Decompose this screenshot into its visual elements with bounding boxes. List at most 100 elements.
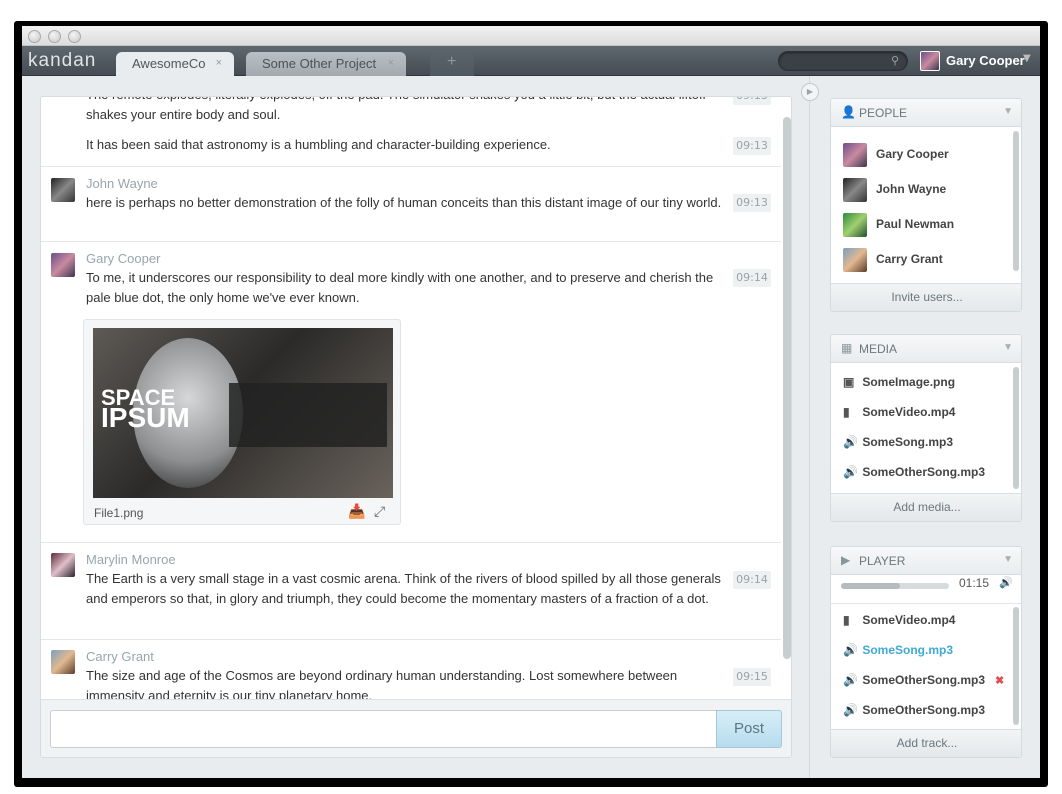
message-input[interactable] (50, 710, 718, 748)
media-item[interactable]: 🔊 SomeOtherSong.mp3 (843, 465, 985, 479)
message-text: The remote explodes, literally explodes,… (86, 97, 706, 122)
message-time: 09:15 (733, 668, 771, 686)
track-item[interactable]: ▮ SomeVideo.mp4 (843, 613, 955, 627)
media-panel: ▦ MEDIA ▼ ▣ SomeImage.png ▮ SomeVideo.mp… (830, 334, 1022, 522)
new-tab-button[interactable]: + (430, 52, 474, 76)
media-scrollbar[interactable] (1013, 367, 1019, 489)
person-item[interactable]: John Wayne (843, 178, 946, 202)
message-author[interactable]: Marylin Monroe (86, 552, 176, 567)
title-bar (22, 26, 1040, 46)
audio-icon: 🔊 (843, 435, 858, 449)
avatar (843, 213, 867, 237)
track-name: SomeOtherSong.mp3 (862, 703, 986, 717)
person-item[interactable]: Paul Newman (843, 213, 954, 237)
composer: Post (41, 699, 791, 757)
expand-icon[interactable]: ⤢ (374, 504, 385, 520)
avatar (843, 178, 867, 202)
player-divider (831, 603, 1021, 604)
message-time: 09:14 (733, 269, 771, 287)
avatar (920, 50, 940, 71)
person-name: Carry Grant (876, 252, 943, 267)
people-scrollbar[interactable] (1013, 131, 1019, 271)
progress-fill (841, 583, 901, 589)
thumbnail-text-panel (229, 383, 387, 447)
video-icon: ▮ (843, 405, 850, 419)
add-track-button[interactable]: Add track... (831, 729, 1021, 757)
app-window: kandan AwesomeCo × Some Other Project × … (22, 26, 1040, 778)
close-tab-icon[interactable]: × (216, 57, 222, 69)
close-tab-icon[interactable]: × (388, 57, 394, 69)
volume-icon[interactable]: 🔊 (999, 576, 1013, 589)
chevron-down-icon[interactable]: ▼ (1003, 342, 1013, 353)
avatar (51, 178, 75, 202)
play-circle-icon: ▶ (841, 553, 851, 567)
media-icon: ▦ (841, 341, 853, 355)
top-navigation-bar: kandan AwesomeCo × Some Other Project × … (22, 46, 1040, 76)
track-item[interactable]: 🔊 SomeOtherSong.mp3 ✖ (843, 673, 1004, 687)
message-time: 09:13 (733, 97, 771, 105)
message: John Wayne here is perhaps no better dem… (41, 167, 781, 242)
person-name: John Wayne (876, 182, 947, 197)
close-window-button[interactable] (28, 30, 41, 43)
tab-label: Some Other Project (262, 56, 377, 71)
panel-title: PEOPLE (859, 106, 908, 120)
message-text: The Earth is a very small stage in a vas… (86, 571, 721, 606)
avatar (843, 143, 867, 167)
remove-track-icon[interactable]: ✖ (995, 675, 1004, 687)
person-icon: 👤 (841, 105, 856, 119)
track-item[interactable]: 🔊 SomeOtherSong.mp3 (843, 703, 985, 717)
person-item[interactable]: Carry Grant (843, 248, 943, 272)
media-item[interactable]: 🔊 SomeSong.mp3 (843, 435, 953, 449)
tab-awesomeco[interactable]: AwesomeCo × (116, 52, 234, 76)
message-time: 09:13 (733, 137, 771, 155)
message-author[interactable]: Gary Cooper (86, 251, 160, 266)
video-icon: ▮ (843, 613, 850, 627)
message-author[interactable]: Carry Grant (86, 649, 154, 664)
minimize-window-button[interactable] (48, 30, 61, 43)
panel-title: MEDIA (859, 342, 898, 356)
app-logo: kandan (28, 50, 97, 71)
chat-scrollbar[interactable] (783, 117, 791, 659)
media-header[interactable]: ▦ MEDIA ▼ (831, 335, 1021, 363)
attachment-thumbnail[interactable]: SPACE IPSUM (93, 328, 393, 498)
download-icon[interactable]: 📥 (348, 504, 365, 520)
playback-progress[interactable] (841, 583, 949, 589)
player-scrollbar[interactable] (1013, 607, 1019, 725)
people-header[interactable]: 👤 PEOPLE ▼ (831, 99, 1021, 127)
avatar (51, 253, 75, 277)
post-button[interactable]: Post (716, 710, 782, 748)
media-name: SomeVideo.mp4 (862, 405, 956, 419)
add-media-button[interactable]: Add media... (831, 493, 1021, 521)
message: Marylin Monroe The Earth is a very small… (41, 543, 781, 640)
media-name: SomeImage.png (862, 375, 956, 389)
zoom-window-button[interactable] (68, 30, 81, 43)
sidebar-divider (809, 76, 810, 778)
user-menu[interactable]: Gary Cooper ▼ (920, 50, 1031, 72)
person-name: Gary Cooper (876, 147, 949, 162)
search-input[interactable]: ⚲ (778, 51, 908, 71)
track-name: SomeOtherSong.mp3 (862, 673, 986, 687)
chevron-down-icon[interactable]: ▼ (1003, 554, 1013, 565)
media-name: SomeSong.mp3 (862, 435, 954, 449)
audio-icon: 🔊 (843, 673, 858, 687)
message-text: The size and age of the Cosmos are beyon… (86, 668, 678, 699)
track-item-playing[interactable]: 🔊 SomeSong.mp3 (843, 643, 953, 657)
person-item[interactable]: Gary Cooper (843, 143, 949, 167)
message: The remote explodes, literally explodes,… (41, 97, 781, 167)
people-panel: 👤 PEOPLE ▼ Gary Cooper John Wayne Paul N… (830, 98, 1022, 312)
audio-icon: 🔊 (843, 643, 858, 657)
image-icon: ▣ (843, 375, 855, 389)
message-author[interactable]: John Wayne (86, 176, 158, 191)
tab-some-other-project[interactable]: Some Other Project × (246, 52, 406, 76)
player-header[interactable]: ▶ PLAYER ▼ (831, 547, 1021, 575)
panel-title: PLAYER (859, 554, 906, 568)
file-attachment: SPACE IPSUM File1.png 📥 ⤢ (83, 319, 401, 525)
media-item[interactable]: ▮ SomeVideo.mp4 (843, 405, 955, 419)
invite-users-button[interactable]: Invite users... (831, 283, 1021, 311)
chevron-down-icon[interactable]: ▼ (1003, 106, 1013, 117)
media-item[interactable]: ▣ SomeImage.png (843, 375, 955, 389)
message-text: It has been said that astronomy is a hum… (86, 137, 551, 152)
play-icon[interactable]: ▶ (801, 83, 819, 101)
avatar (51, 650, 75, 674)
thumbnail-title-line2: IPSUM (101, 402, 190, 433)
